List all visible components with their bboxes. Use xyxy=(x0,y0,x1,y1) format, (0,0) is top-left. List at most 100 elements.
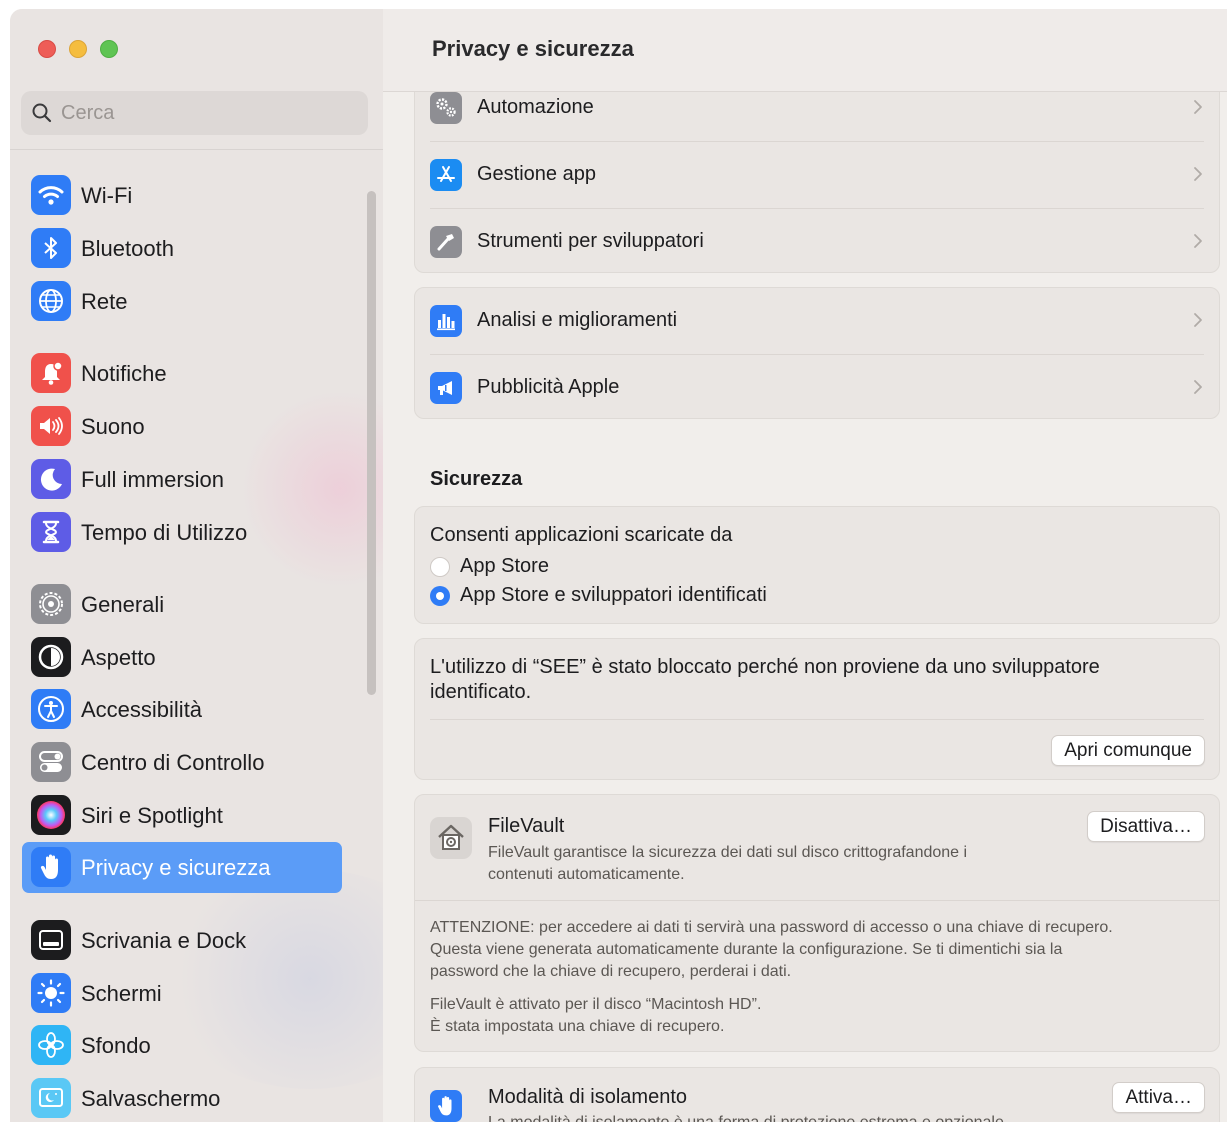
radio-button[interactable] xyxy=(430,586,450,606)
sidebar-item-label: Bluetooth xyxy=(81,236,174,261)
sidebar-item-bluetooth[interactable]: Bluetooth xyxy=(22,225,342,271)
sidebar-item-suono[interactable]: Suono xyxy=(22,403,342,449)
sidebar-item-full-immersion[interactable]: Full immersion xyxy=(22,456,342,502)
chevron-right-icon xyxy=(1194,100,1202,114)
sidebar-divider xyxy=(10,149,383,150)
main-pane: Privacy e sicurezza Automazione Gestione… xyxy=(383,9,1227,1122)
row-divider xyxy=(415,900,1219,901)
blocked-message-line2: identificato. xyxy=(430,681,532,703)
flower-icon xyxy=(31,1025,71,1065)
sidebar-item-privacy-e-sicurezza[interactable]: Privacy e sicurezza xyxy=(22,842,342,893)
filevault-icon xyxy=(430,817,472,859)
sidebar-scrollbar[interactable] xyxy=(367,191,376,695)
sidebar-item-label: Sfondo xyxy=(81,1033,151,1058)
row-gestione-app[interactable]: Gestione app xyxy=(415,142,1219,208)
radio-label: App Store e sviluppatori identificati xyxy=(460,584,767,606)
filevault-description-line1: FileVault garantisce la sicurezza dei da… xyxy=(488,844,968,861)
row-strumenti-sviluppatori[interactable]: Strumenti per sviluppatori xyxy=(415,209,1219,272)
sidebar-item-schermi[interactable]: Schermi xyxy=(22,970,342,1016)
sidebar-item-label: Notifiche xyxy=(81,361,167,386)
sidebar-item-label: Centro di Controllo xyxy=(81,750,265,775)
sun-icon xyxy=(31,973,71,1013)
lockdown-description: La modalità di isolamento è una forma di… xyxy=(488,1112,1004,1122)
sidebar-item-label: Generali xyxy=(81,592,165,617)
sidebar-item-label: Aspetto xyxy=(81,645,156,670)
sidebar-item-label: Privacy e sicurezza xyxy=(81,855,271,880)
row-label: Pubblicità Apple xyxy=(477,376,620,398)
row-label: Analisi e miglioramenti xyxy=(477,309,678,331)
sidebar-item-label: Schermi xyxy=(81,981,162,1006)
search-field[interactable] xyxy=(21,91,368,135)
gear-icon xyxy=(31,584,71,624)
hourglass-icon xyxy=(31,512,71,552)
filevault-status-line2: È stata impostata una chiave di recupero… xyxy=(430,1018,725,1035)
allow-apps-card: Consenti applicazioni scaricate da App S… xyxy=(414,506,1220,624)
sidebar-item-tempo-di-utilizzo[interactable]: Tempo di Utilizzo xyxy=(22,509,342,555)
filevault-disable-button[interactable]: Disattiva… xyxy=(1087,811,1205,842)
lockdown-title: Modalità di isolamento xyxy=(488,1086,687,1108)
sidebar-item-siri-e-spotlight[interactable]: Siri e Spotlight xyxy=(22,792,342,838)
sidebar-item-accessibilita[interactable]: Accessibilità xyxy=(22,686,342,732)
sidebar-item-notifiche[interactable]: Notifiche xyxy=(22,350,342,396)
row-divider xyxy=(430,719,1204,720)
chevron-right-icon xyxy=(1194,313,1202,327)
zoom-window-button[interactable] xyxy=(100,40,118,58)
siri-icon xyxy=(31,795,71,835)
search-input[interactable] xyxy=(61,91,351,135)
sidebar-item-label: Salvaschermo xyxy=(81,1086,221,1111)
filevault-warning-line3: password che la chiave di recupero, perd… xyxy=(430,963,792,980)
sidebar-item-label: Scrivania e Dock xyxy=(81,928,247,953)
sidebar-item-label: Rete xyxy=(81,289,128,314)
toolbar: Privacy e sicurezza xyxy=(383,9,1227,92)
lockdown-activate-button[interactable]: Attiva… xyxy=(1112,1082,1205,1113)
sidebar-item-label: Wi-Fi xyxy=(81,183,133,208)
accessibility-icon xyxy=(31,689,71,729)
sidebar-item-scrivania-e-dock[interactable]: Scrivania e Dock xyxy=(22,917,342,963)
sidebar-item-generali[interactable]: Generali xyxy=(22,581,342,627)
sidebar-item-rete[interactable]: Rete xyxy=(22,278,342,324)
hand-icon xyxy=(31,847,71,887)
sidebar-item-wifi[interactable]: Wi-Fi xyxy=(22,172,342,218)
sidebar-item-centro-di-controllo[interactable]: Centro di Controllo xyxy=(22,739,342,785)
radio-button[interactable] xyxy=(430,557,450,577)
speaker-icon xyxy=(31,406,71,446)
search-icon xyxy=(32,103,52,123)
row-pubblicita-apple[interactable]: Pubblicità Apple xyxy=(415,355,1219,418)
minimize-window-button[interactable] xyxy=(69,40,87,58)
sidebar-item-aspetto[interactable]: Aspetto xyxy=(22,634,342,680)
radio-label: App Store xyxy=(460,555,549,577)
row-label: Strumenti per sviluppatori xyxy=(477,230,704,252)
row-label: Gestione app xyxy=(477,163,596,185)
filevault-warning-line1: ATTENZIONE: per accedere ai dati ti serv… xyxy=(430,919,1113,936)
bluetooth-icon xyxy=(31,228,71,268)
sidebar: Wi-Fi Bluetooth Rete Notifiche xyxy=(10,9,383,1122)
hammer-icon xyxy=(430,226,462,258)
globe-icon xyxy=(31,281,71,321)
page-title: Privacy e sicurezza xyxy=(432,36,634,61)
sidebar-item-label: Siri e Spotlight xyxy=(81,803,223,828)
filevault-warning-line2: Questa viene generata automaticamente du… xyxy=(430,941,1063,958)
filevault-description-line2: contenuti automaticamente. xyxy=(488,866,685,883)
lockdown-card: Modalità di isolamento La modalità di is… xyxy=(414,1067,1220,1122)
close-window-button[interactable] xyxy=(38,40,56,58)
sidebar-item-label: Full immersion xyxy=(81,467,225,492)
filevault-title: FileVault xyxy=(488,815,565,837)
sidebar-item-salvaschermo[interactable]: Salvaschermo xyxy=(22,1075,342,1121)
section-title-sicurezza: Sicurezza xyxy=(430,468,523,490)
blocked-message-line1: L'utilizzo di “SEE” è stato bloccato per… xyxy=(430,656,1100,678)
chevron-right-icon xyxy=(1194,380,1202,394)
sidebar-item-sfondo[interactable]: Sfondo xyxy=(22,1022,342,1068)
sidebar-item-label: Suono xyxy=(81,414,145,439)
open-anyway-button[interactable]: Apri comunque xyxy=(1051,735,1205,766)
row-label: Automazione xyxy=(477,96,594,118)
filevault-card: FileVault FileVault garantisce la sicure… xyxy=(414,794,1220,1052)
sidebar-item-label: Accessibilità xyxy=(81,697,203,722)
privacy-group-2: Analisi e miglioramenti Pubblicità Apple xyxy=(414,287,1220,419)
privacy-group-1: Automazione Gestione app Strumenti per s… xyxy=(414,74,1220,273)
gears-icon xyxy=(430,92,462,124)
sidebar-item-label: Tempo di Utilizzo xyxy=(81,520,248,545)
lockdown-hand-icon xyxy=(430,1090,462,1122)
row-analisi-miglioramenti[interactable]: Analisi e miglioramenti xyxy=(415,288,1219,354)
megaphone-icon xyxy=(430,372,462,404)
chevron-right-icon xyxy=(1194,167,1202,181)
